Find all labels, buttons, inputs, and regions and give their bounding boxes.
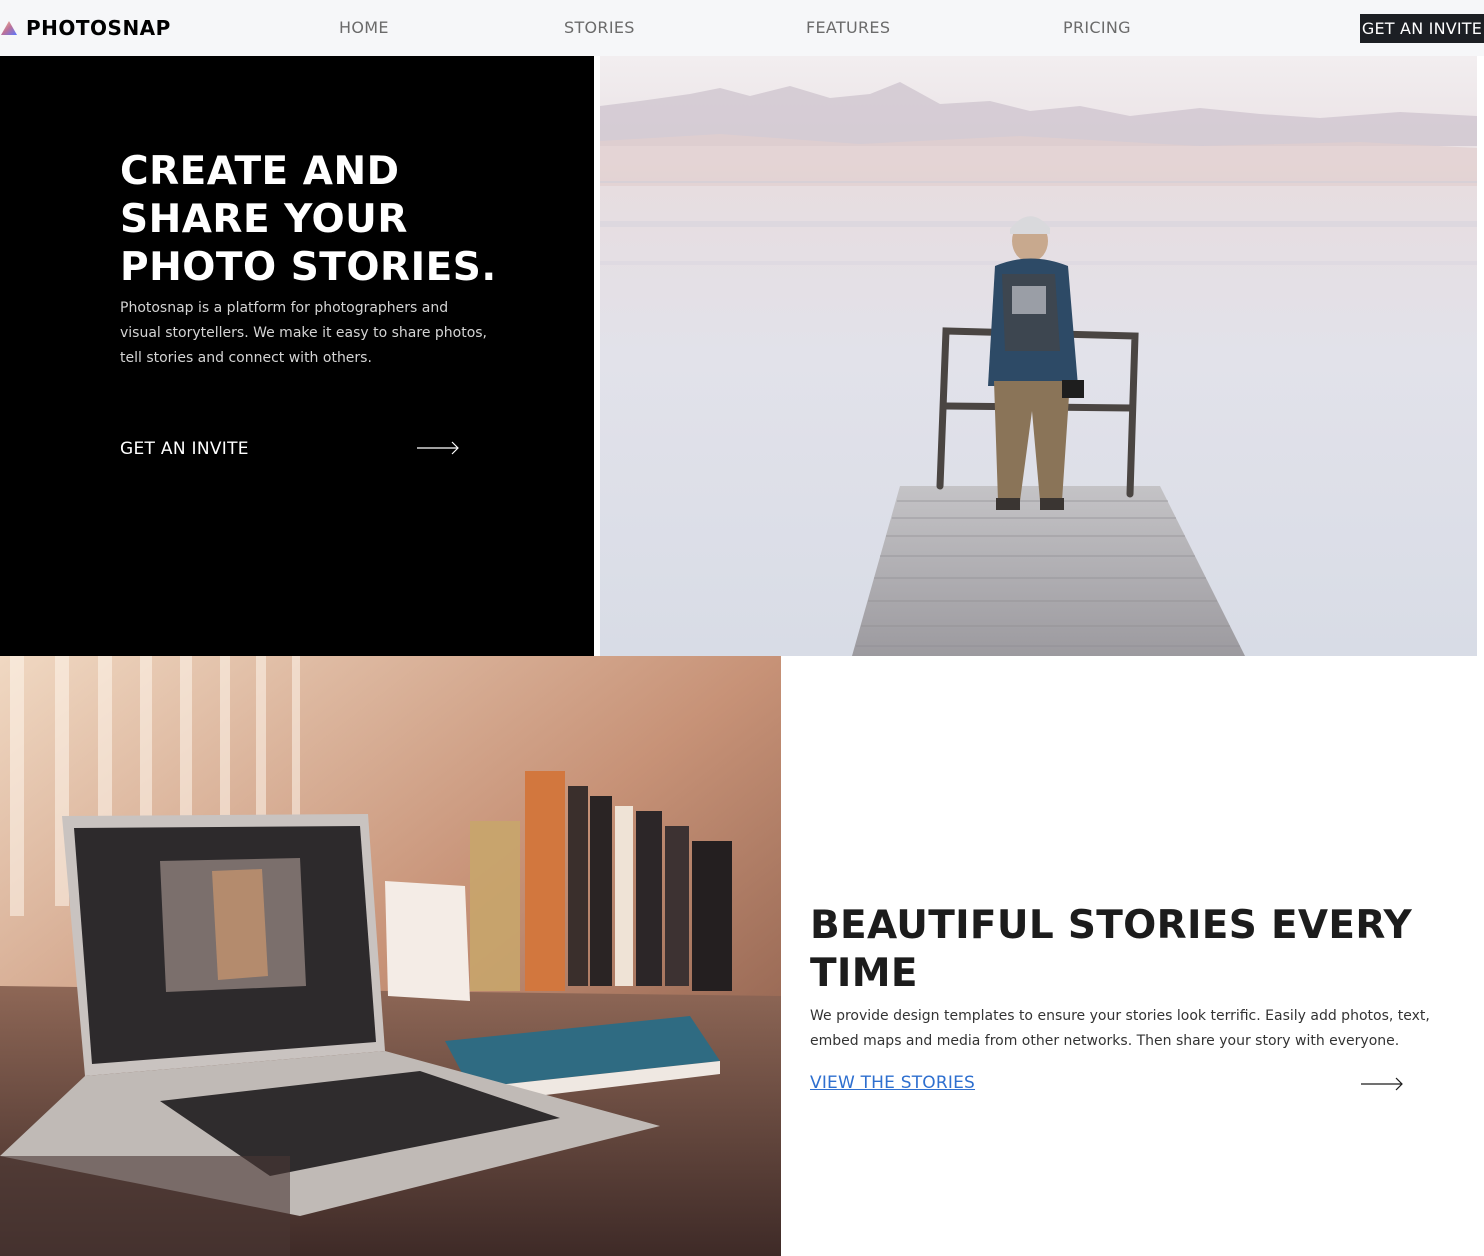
- desk-photo: [0, 656, 781, 1256]
- nav-link-features[interactable]: FEATURES: [806, 18, 890, 37]
- nav-link-stories[interactable]: STORIES: [564, 18, 635, 37]
- laptop-on-desk-image: [0, 656, 781, 1256]
- hero-description: Photosnap is a platform for photographer…: [120, 300, 488, 366]
- hero-panel: CREATE AND SHARE YOUR PHOTO STORIES. Pho…: [0, 56, 594, 656]
- logo-text: PHOTOSNAP: [26, 16, 171, 40]
- hero-invite-link[interactable]: GET AN INVITE: [120, 439, 249, 459]
- hero-photo: [600, 56, 1477, 656]
- arrow-right-icon[interactable]: [1360, 1077, 1404, 1091]
- hero-title-line: CREATE AND: [120, 149, 400, 194]
- view-stories-link[interactable]: VIEW THE STORIES: [810, 1073, 975, 1093]
- get-invite-button[interactable]: GET AN INVITE: [1360, 14, 1484, 43]
- logo-triangle-icon: [1, 21, 17, 35]
- nav-link-pricing[interactable]: PRICING: [1063, 18, 1131, 37]
- hero-title-line: PHOTO STORIES.: [120, 245, 497, 290]
- logo[interactable]: PHOTOSNAP: [0, 16, 171, 40]
- stories-description: We provide design templates to ensure yo…: [810, 1008, 1430, 1049]
- man-on-pier-image: [600, 56, 1477, 656]
- stories-title: BEAUTIFUL STORIES EVERY TIME: [810, 903, 1413, 996]
- hero-title-line: SHARE YOUR: [120, 197, 408, 242]
- arrow-right-icon[interactable]: [416, 441, 460, 455]
- nav-link-home[interactable]: HOME: [339, 18, 389, 37]
- top-nav: PHOTOSNAP HOME STORIES FEATURES PRICING …: [0, 0, 1484, 56]
- hero-title: CREATE AND SHARE YOUR PHOTO STORIES.: [120, 148, 540, 292]
